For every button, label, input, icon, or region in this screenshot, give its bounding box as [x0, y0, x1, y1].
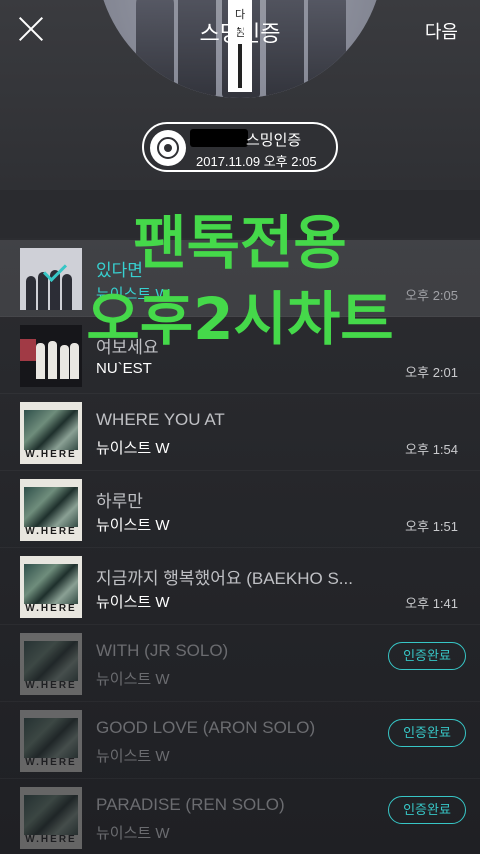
song-title: WHERE YOU AT [96, 410, 225, 429]
redaction-block [190, 129, 248, 147]
album-thumbnail: W.HERE [20, 479, 82, 541]
screen: 다 현 스밍인증 다음 스밍인증 2017.11.09 오후 2:05 있다면 … [0, 0, 480, 854]
track-row[interactable]: W.HERE 하루만 뉴이스트 W 오후 1:51 [0, 471, 480, 548]
track-row[interactable]: W.HERE WHERE YOU AT 뉴이스트 W 오후 1:54 [0, 394, 480, 471]
album-thumbnail: W.HERE [20, 556, 82, 618]
play-time: 오후 2:01 [405, 365, 458, 380]
album-logo-text: W.HERE [25, 757, 77, 768]
page-title: 스밍인증 [199, 21, 281, 46]
streaming-certificate: 스밍인증 2017.11.09 오후 2:05 [142, 122, 338, 172]
song-title: 지금까지 행복했어요 (BAEKHO S... [96, 569, 353, 588]
play-time: 오후 1:51 [405, 519, 458, 534]
track-row[interactable]: W.HERE PARADISE (REN SOLO) 뉴이스트 W 인증완료 [0, 779, 480, 854]
song-title: GOOD LOVE (ARON SOLO) [96, 718, 316, 737]
vinyl-disc-icon [150, 130, 186, 166]
top-bar: 스밍인증 다음 [0, 0, 480, 60]
artist-name: 뉴이스트 W [96, 594, 170, 611]
certified-badge: 인증완료 [388, 719, 466, 747]
album-logo-text: W.HERE [25, 449, 77, 460]
album-thumbnail: W.HERE [20, 633, 82, 695]
play-time: 오후 1:41 [405, 596, 458, 611]
overlay-text-line1: 팬톡전용 [133, 209, 347, 277]
overlay-text-line2: 오후2시차트 [86, 285, 394, 353]
artist-name: NU`EST [96, 360, 152, 377]
artist-name: 뉴이스트 W [96, 748, 170, 765]
album-logo-text: W.HERE [25, 680, 77, 691]
song-title: 하루만 [96, 492, 143, 511]
song-title: PARADISE (REN SOLO) [96, 795, 285, 814]
album-logo-text: W.HERE [25, 526, 77, 537]
artist-name: 뉴이스트 W [96, 440, 170, 457]
play-time: 오후 1:54 [405, 442, 458, 457]
certified-badge: 인증완료 [388, 796, 466, 824]
certificate-timestamp: 2017.11.09 오후 2:05 [196, 154, 317, 169]
artist-name: 뉴이스트 W [96, 517, 170, 534]
track-row[interactable]: W.HERE 지금까지 행복했어요 (BAEKHO S... 뉴이스트 W 오후… [0, 548, 480, 625]
album-thumbnail: W.HERE [20, 787, 82, 849]
album-logo-text: W.HERE [25, 603, 77, 614]
track-row[interactable]: W.HERE WITH (JR SOLO) 뉴이스트 W 인증완료 [0, 625, 480, 702]
artist-name: 뉴이스트 W [96, 671, 170, 688]
album-thumbnail: W.HERE [20, 710, 82, 772]
certificate-label: 스밍인증 [246, 132, 302, 149]
artist-name: 뉴이스트 W [96, 825, 170, 842]
certified-badge: 인증완료 [388, 642, 466, 670]
song-title: WITH (JR SOLO) [96, 641, 229, 660]
album-thumbnail: W.HERE [20, 402, 82, 464]
album-logo-text: W.HERE [25, 834, 77, 845]
next-button[interactable]: 다음 [425, 18, 458, 44]
track-row[interactable]: W.HERE GOOD LOVE (ARON SOLO) 뉴이스트 W 인증완료 [0, 702, 480, 779]
